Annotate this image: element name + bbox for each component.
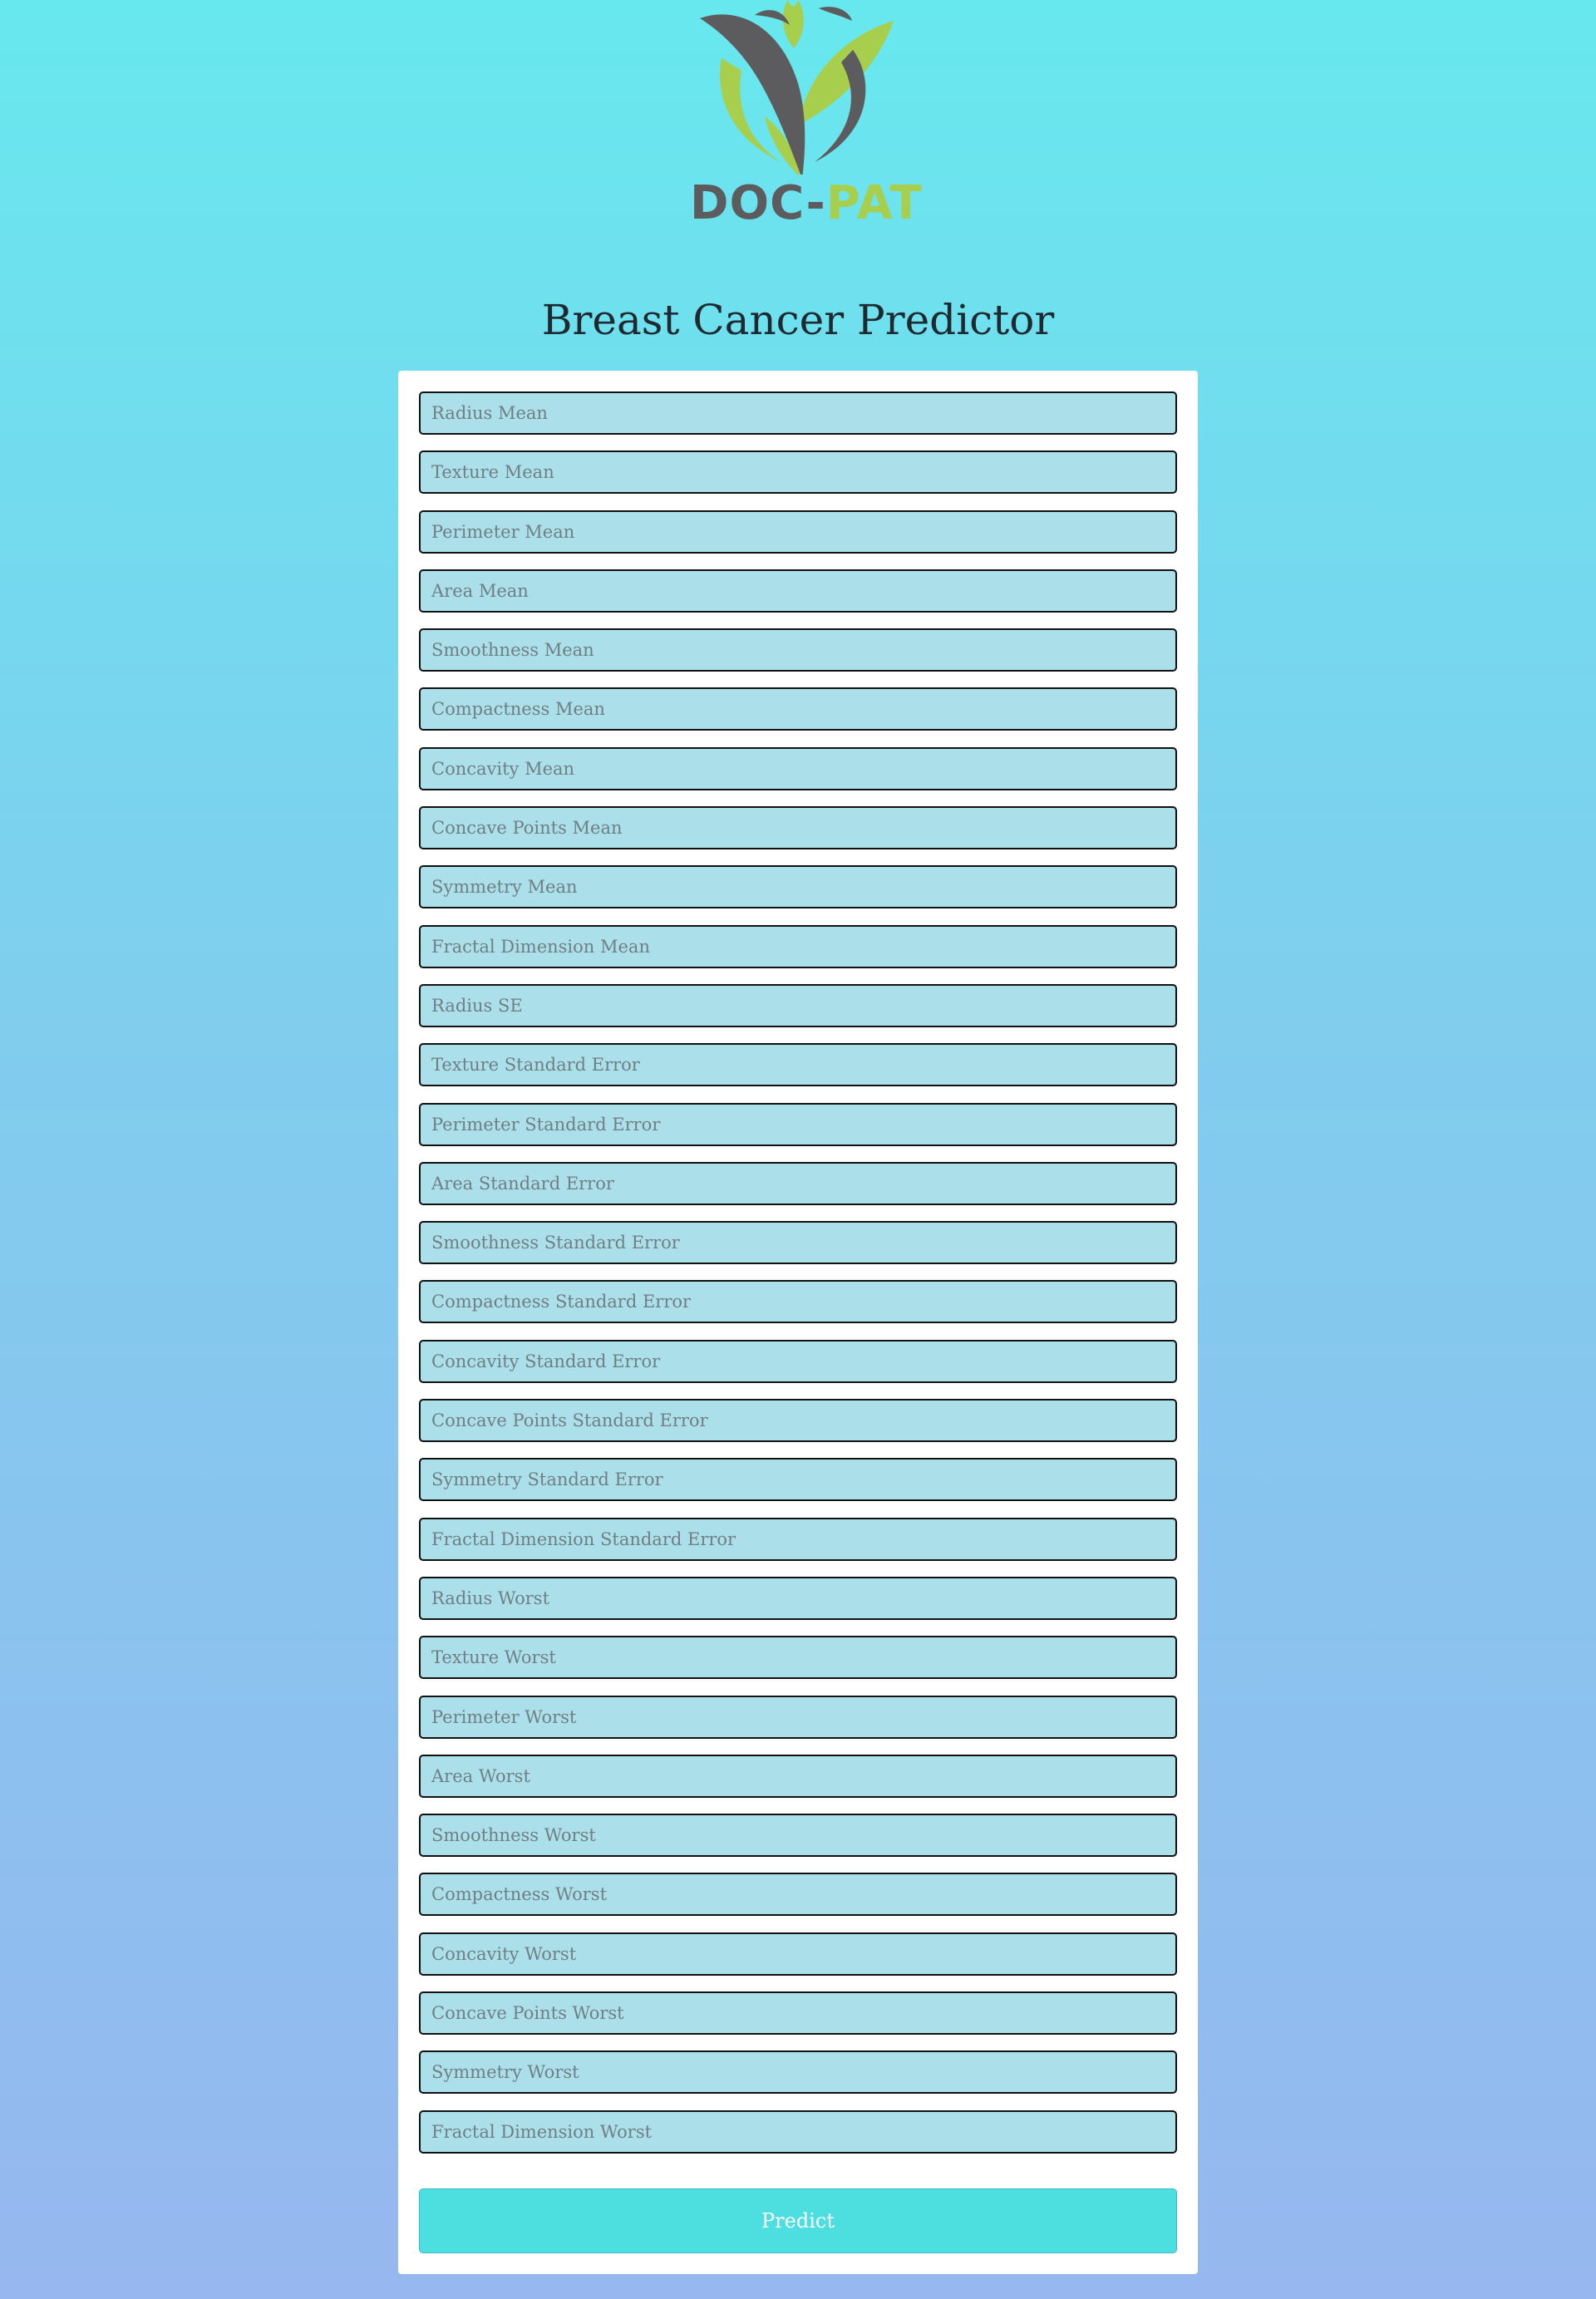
radius-worst-input[interactable] — [419, 1576, 1177, 1620]
texture-worst-input[interactable] — [419, 1636, 1177, 1680]
concave-points-standard-error-input[interactable] — [419, 1399, 1177, 1443]
symmetry-standard-error-input[interactable] — [419, 1458, 1177, 1502]
brand-logo: DOC-PAT — [690, 0, 922, 233]
radius-mean-input[interactable] — [419, 391, 1177, 435]
texture-mean-input[interactable] — [419, 450, 1177, 495]
page-title: Breast Cancer Predictor — [541, 296, 1055, 344]
brand-name: DOC-PAT — [690, 175, 922, 233]
predictor-form — [419, 391, 1177, 2169]
brand-name-part1: DOC- — [690, 176, 826, 230]
smoothness-mean-input[interactable] — [419, 628, 1177, 672]
brand-name-part2: PAT — [825, 176, 923, 230]
concavity-mean-input[interactable] — [419, 746, 1177, 790]
predict-button[interactable]: Predict — [419, 2188, 1177, 2253]
perimeter-standard-error-input[interactable] — [419, 1102, 1177, 1146]
area-mean-input[interactable] — [419, 569, 1177, 613]
perimeter-mean-input[interactable] — [419, 510, 1177, 554]
symmetry-worst-input[interactable] — [419, 2050, 1177, 2095]
fractal-dimension-worst-input[interactable] — [419, 2109, 1177, 2154]
leaf-figure-logo-icon — [700, 0, 894, 179]
predictor-form-card: Predict — [398, 371, 1198, 2274]
compactness-standard-error-input[interactable] — [419, 1280, 1177, 1324]
area-worst-input[interactable] — [419, 1754, 1177, 1798]
symmetry-mean-input[interactable] — [419, 865, 1177, 909]
compactness-worst-input[interactable] — [419, 1873, 1177, 1917]
fractal-dimension-mean-input[interactable] — [419, 924, 1177, 968]
radius-se-input[interactable] — [419, 983, 1177, 1027]
concavity-standard-error-input[interactable] — [419, 1339, 1177, 1383]
texture-standard-error-input[interactable] — [419, 1043, 1177, 1087]
perimeter-worst-input[interactable] — [419, 1695, 1177, 1739]
area-standard-error-input[interactable] — [419, 1161, 1177, 1205]
smoothness-standard-error-input[interactable] — [419, 1221, 1177, 1265]
smoothness-worst-input[interactable] — [419, 1814, 1177, 1858]
compactness-mean-input[interactable] — [419, 687, 1177, 731]
concavity-worst-input[interactable] — [419, 1932, 1177, 1976]
concave-points-worst-input[interactable] — [419, 1991, 1177, 2036]
fractal-dimension-standard-error-input[interactable] — [419, 1517, 1177, 1561]
concave-points-mean-input[interactable] — [419, 806, 1177, 850]
